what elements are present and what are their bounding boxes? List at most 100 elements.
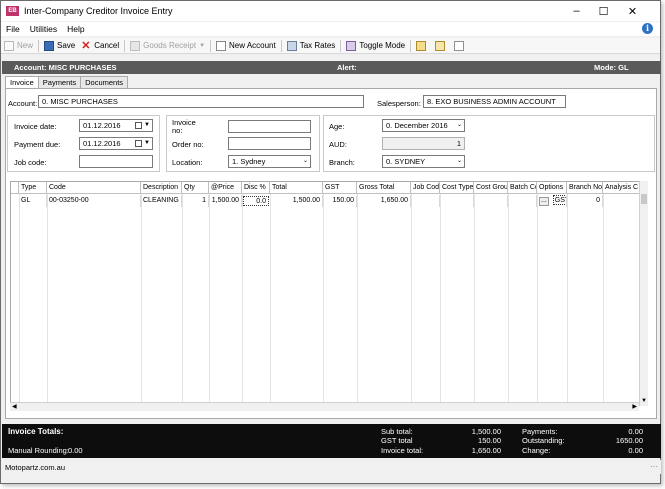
age-value: 0. December 2016 — [386, 121, 448, 130]
column-header-code[interactable]: Code — [47, 182, 141, 194]
dropdown-arrow-icon[interactable]: ▼ — [144, 138, 150, 149]
column-header-analysis[interactable]: Analysis C — [603, 182, 640, 194]
cell-type[interactable]: GL — [19, 195, 47, 207]
options-ellipsis-button[interactable]: ... — [539, 197, 549, 206]
invoice-no-field[interactable] — [228, 120, 311, 133]
column-header-type[interactable]: Type — [19, 182, 47, 194]
column-header-options[interactable]: Options — [537, 182, 567, 194]
goods-receipt-button[interactable]: Goods Receipt ▼ — [127, 39, 208, 53]
extra-tool-1-button[interactable] — [413, 39, 432, 53]
cell-total[interactable]: 1,500.00 — [270, 195, 323, 207]
status-bar: Motopartz.com.au ⋯ — [2, 460, 661, 474]
column-header-batch-code[interactable]: Batch Co — [508, 182, 537, 194]
branch-select[interactable]: 0. SYDNEY ⌄ — [382, 155, 465, 168]
cell-qty[interactable]: 1 — [182, 195, 209, 207]
column-header-description[interactable]: Description — [141, 182, 182, 194]
save-label: Save — [57, 41, 76, 50]
column-header-branch-no[interactable]: Branch No — [567, 182, 603, 194]
invoice-lines-grid[interactable]: Type Code Description Qty @Price Disc % … — [10, 181, 647, 406]
calendar-icon[interactable] — [135, 140, 142, 147]
invoice-date-field[interactable]: 01.12.2016 ▼ — [79, 119, 153, 132]
cell-batch-code[interactable] — [508, 195, 537, 207]
goods-receipt-label: Goods Receipt — [143, 41, 197, 50]
vertical-scrollbar[interactable]: ▼ — [639, 181, 648, 406]
column-header-cost-group[interactable]: Cost Grou — [474, 182, 508, 194]
cell-options: ... GST — [537, 195, 567, 207]
toggle-mode-button[interactable]: Toggle Mode — [343, 39, 408, 53]
menu-utilities[interactable]: Utilities — [25, 24, 62, 34]
salesperson-field[interactable]: 8. EXO BUSINESS ADMIN ACCOUNT — [423, 95, 566, 108]
cell-analysis[interactable] — [603, 195, 640, 207]
toolbar: New Save ✕ Cancel Goods Receipt ▼ New Ac… — [1, 38, 660, 54]
menu-file[interactable]: File — [1, 24, 25, 34]
payment-due-field[interactable]: 01.12.2016 ▼ — [79, 137, 153, 150]
age-select[interactable]: 0. December 2016 ⌄ — [382, 119, 465, 132]
save-icon — [44, 40, 55, 51]
invoice-date-label: Invoice date: — [14, 122, 57, 131]
scroll-right-icon[interactable]: ▶ — [632, 403, 637, 411]
tax-rates-button[interactable]: Tax Rates — [284, 39, 339, 53]
cell-cost-type[interactable] — [440, 195, 474, 207]
cell-price[interactable]: 1,500.00 — [209, 195, 242, 207]
grid-line — [270, 194, 271, 405]
column-header-gross-total[interactable]: Gross Total — [357, 182, 411, 194]
column-header-qty[interactable]: Qty — [182, 182, 209, 194]
tab-documents[interactable]: Documents — [80, 76, 129, 88]
cell-branch-no[interactable]: 0 — [567, 195, 603, 207]
tab-payments[interactable]: Payments — [37, 76, 82, 88]
payments-value: 0.00 — [628, 427, 643, 436]
cell-cost-group[interactable] — [474, 195, 508, 207]
exchange-rate-field: 1 — [382, 137, 465, 150]
title-bar: EB Inter-Company Creditor Invoice Entry … — [1, 1, 660, 21]
column-header-price[interactable]: @Price — [209, 182, 242, 194]
column-header-total[interactable]: Total — [270, 182, 323, 194]
column-header-disc[interactable]: Disc % — [242, 182, 270, 194]
grid-line — [47, 194, 48, 405]
payment-due-value: 01.12.2016 — [83, 139, 121, 148]
scroll-thumb[interactable] — [641, 194, 647, 204]
minimize-button[interactable]: – — [563, 1, 590, 21]
job-code-field[interactable] — [79, 155, 153, 168]
maximize-button[interactable]: ☐ — [590, 1, 617, 21]
dropdown-arrow-icon[interactable]: ▼ — [144, 120, 150, 131]
cell-disc[interactable]: 0.0 — [243, 196, 269, 206]
new-account-label: New Account — [229, 41, 276, 50]
cell-gst[interactable]: 150.00 — [323, 195, 357, 207]
options-gst-button[interactable]: GST — [552, 195, 566, 205]
new-account-button[interactable]: New Account — [213, 39, 279, 53]
chevron-down-icon[interactable]: ⌄ — [303, 156, 308, 167]
cell-gross-total[interactable]: 1,650.00 — [357, 195, 411, 207]
branch-value: 0. SYDNEY — [386, 157, 426, 166]
column-header-gst[interactable]: GST — [323, 182, 357, 194]
resize-grip-icon[interactable]: ⋯ — [650, 462, 658, 471]
column-header-cost-type[interactable]: Cost Type — [440, 182, 474, 194]
cell-job-code[interactable] — [411, 195, 440, 207]
chevron-down-icon[interactable]: ⌄ — [457, 120, 462, 131]
horizontal-scrollbar[interactable]: ◀ ▶ — [10, 402, 639, 411]
close-button[interactable]: ✕ — [619, 1, 646, 21]
cancel-button[interactable]: ✕ Cancel — [78, 39, 122, 53]
save-button[interactable]: Save — [41, 39, 78, 53]
extra-tool-3-button[interactable] — [451, 39, 470, 53]
tax-rates-icon — [286, 40, 297, 51]
info-icon[interactable]: i — [642, 23, 653, 34]
calendar-icon[interactable] — [135, 122, 142, 129]
scroll-left-icon[interactable]: ◀ — [12, 403, 17, 411]
order-no-field[interactable] — [228, 137, 311, 150]
menu-help[interactable]: Help — [62, 24, 89, 34]
grid-line — [357, 194, 358, 405]
location-select[interactable]: 1. Sydney ⌄ — [228, 155, 311, 168]
manual-rounding-value: 0.00 — [68, 446, 83, 455]
scroll-down-icon[interactable]: ▼ — [641, 398, 647, 404]
account-field[interactable]: 0. MISC PURCHASES — [38, 95, 364, 108]
column-header-job-code[interactable]: Job Code — [411, 182, 440, 194]
toggle-mode-icon — [346, 40, 357, 51]
chevron-down-icon[interactable]: ⌄ — [457, 156, 462, 167]
cell-description[interactable]: CLEANING — [141, 195, 182, 207]
grid-line — [19, 194, 20, 405]
cell-code[interactable]: 00-03250-00 — [47, 195, 141, 207]
new-button[interactable]: New — [1, 39, 36, 53]
payment-due-label: Payment due: — [14, 140, 61, 149]
change-label: Change: — [522, 446, 551, 455]
extra-tool-2-button[interactable] — [432, 39, 451, 53]
